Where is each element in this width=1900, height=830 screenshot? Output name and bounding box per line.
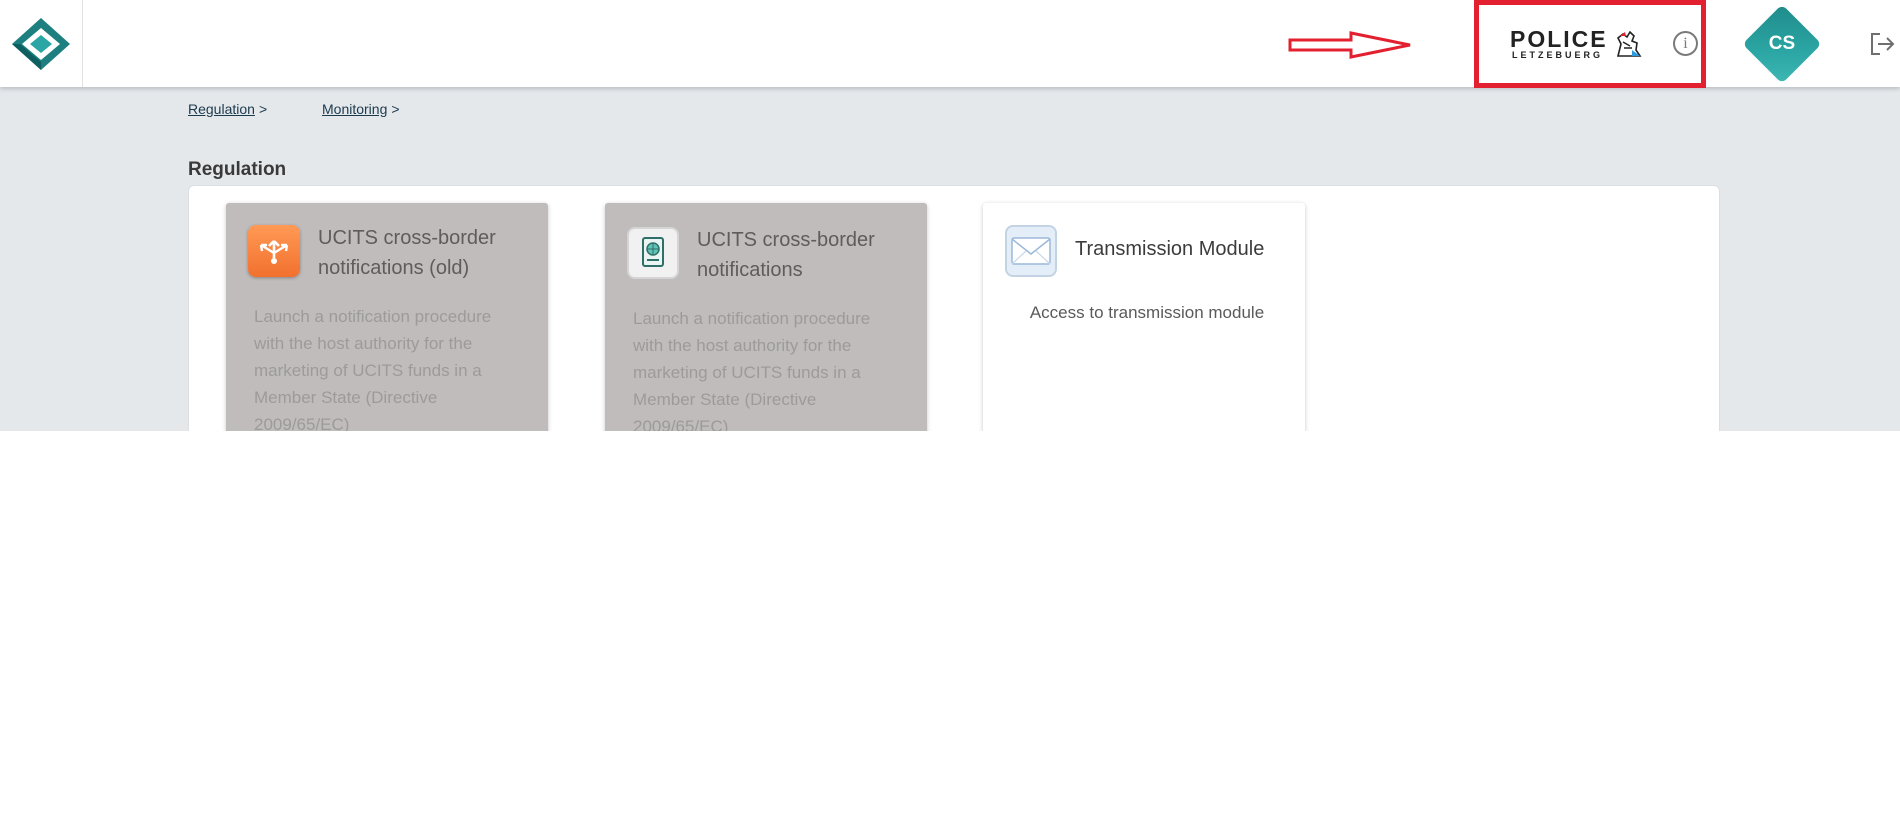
annotation-arrow-icon: [1288, 31, 1411, 59]
card-title: UCITS cross-border notifications (old): [318, 227, 496, 279]
breadcrumb-link-regulation[interactable]: Regulation: [188, 101, 255, 117]
info-icon[interactable]: i: [1673, 31, 1698, 56]
breadcrumb-item-regulation: Regulation >: [188, 101, 267, 117]
breadcrumb-separator: >: [391, 101, 400, 117]
police-logo-word: POLICE: [1510, 26, 1608, 52]
passport-icon: [627, 227, 679, 279]
breadcrumb-item-monitoring: Monitoring >: [322, 101, 400, 117]
envelope-icon: [1005, 225, 1057, 277]
police-logo: POLICE LETZEBUERG: [1510, 26, 1650, 62]
card-ucits-notifications-old[interactable]: UCITS cross-border notifications (old) L…: [226, 203, 548, 431]
brand-diamond-logo-icon: [12, 17, 70, 70]
main-content: Regulation > Monitoring > Regulation UCITS…: [0, 87, 1900, 431]
card-description: Launch a notification procedure with the…: [633, 309, 871, 431]
breadcrumb-link-monitoring[interactable]: Monitoring: [322, 101, 387, 117]
breadcrumb-separator: >: [258, 101, 268, 117]
police-logo-subword: LETZEBUERG: [1512, 50, 1604, 60]
distribution-icon: [248, 225, 300, 277]
card-ucits-notifications[interactable]: UCITS cross-border notifications Launch …: [605, 203, 927, 431]
lion-crest-icon: [1616, 30, 1642, 57]
card-title: Transmission Module: [1075, 238, 1265, 260]
avatar-initials: CS: [1768, 33, 1796, 54]
card-description: Access to transmission module: [1029, 303, 1265, 322]
card-title: UCITS cross-border notifications: [697, 229, 875, 281]
logout-icon[interactable]: [1868, 30, 1896, 58]
section-title: Regulation: [188, 159, 287, 180]
card-description: Launch a notification procedure with the…: [254, 307, 492, 431]
top-header: POLICE LETZEBUERG i CS: [0, 0, 1900, 88]
home-logo[interactable]: [0, 0, 83, 87]
user-avatar[interactable]: CS: [1742, 4, 1822, 84]
card-transmission-module[interactable]: Transmission Module Access to transmissi…: [983, 203, 1305, 431]
